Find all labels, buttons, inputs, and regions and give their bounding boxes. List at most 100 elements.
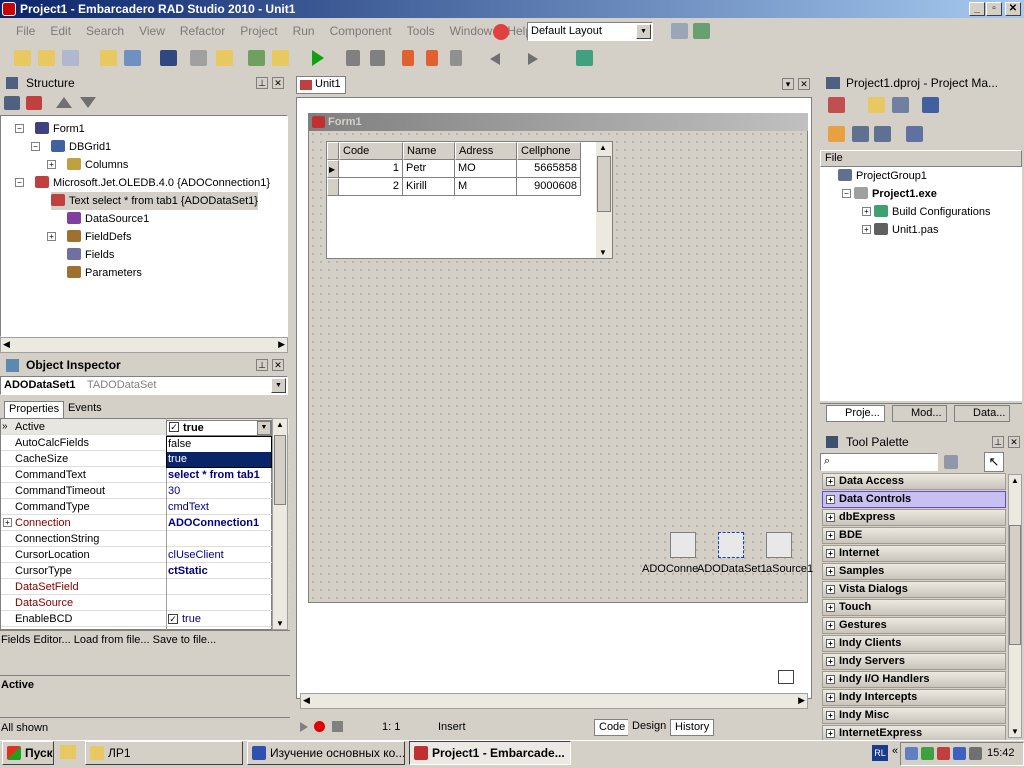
property-row[interactable]: + Connection ADOConnection1 <box>1 515 289 531</box>
project-tree-item[interactable]: ProjectGroup1 <box>838 167 927 185</box>
grid-row-indicator[interactable]: ▶ <box>327 160 339 178</box>
open-project-folder-icon[interactable] <box>868 97 885 113</box>
record-macro-icon[interactable] <box>314 721 325 732</box>
expand-icon[interactable] <box>852 126 869 142</box>
stop-icon[interactable] <box>370 50 385 66</box>
menu-file[interactable]: File <box>16 24 35 38</box>
expand-icon[interactable]: + <box>826 621 835 630</box>
structure-item[interactable]: Parameters <box>67 264 142 282</box>
task-word[interactable]: Изучение основных ко... <box>247 741 405 765</box>
project-tree-item[interactable]: Project1.exe <box>854 185 937 203</box>
tray-icon-4[interactable] <box>953 747 966 760</box>
play-macro-icon[interactable] <box>300 722 308 732</box>
checkbox-icon[interactable]: ✓ <box>169 422 179 432</box>
property-row[interactable]: CommandType cmdText <box>1 499 289 515</box>
menu-run[interactable]: Run <box>293 24 315 38</box>
tab-events[interactable]: Events <box>64 401 106 418</box>
view-unit-icon[interactable] <box>272 50 289 66</box>
view-options-icon[interactable] <box>906 126 923 142</box>
palette-category[interactable]: + Gestures <box>822 617 1006 634</box>
dropdown-option-false[interactable]: false <box>167 437 271 452</box>
set-debug-desktop-icon[interactable] <box>693 23 710 39</box>
property-row[interactable]: CursorLocation clUseClient <box>1 547 289 563</box>
remove-file-icon[interactable] <box>124 50 141 66</box>
expand-icon[interactable]: + <box>826 495 835 504</box>
project-tree-item[interactable]: Build Configurations <box>874 203 990 221</box>
structure-delete-icon[interactable] <box>26 96 42 110</box>
expand-icon[interactable]: + <box>826 693 835 702</box>
expand-icon[interactable]: + <box>826 729 835 738</box>
language-indicator[interactable]: RL <box>872 745 888 761</box>
grid-cell[interactable]: M <box>455 178 517 196</box>
palette-category[interactable]: + Touch <box>822 599 1006 616</box>
structure-tool-icon[interactable] <box>4 96 20 110</box>
grid-cell[interactable]: Petr <box>403 160 455 178</box>
property-row[interactable]: CommandText select * from tab1 <box>1 467 289 483</box>
form-preview-icon[interactable] <box>778 670 794 684</box>
checkbox-icon[interactable]: ✓ <box>168 614 178 624</box>
chevron-down-icon[interactable]: ▼ <box>257 421 271 435</box>
file-column-header[interactable]: File <box>820 150 1022 167</box>
run-to-cursor-icon[interactable] <box>450 50 462 66</box>
sync-icon[interactable] <box>828 126 845 142</box>
pause-icon[interactable] <box>346 50 360 66</box>
grid-column-header[interactable]: Cellphone <box>517 142 581 160</box>
tab-list-icon[interactable]: ▾ <box>782 78 794 90</box>
tab-code[interactable]: Code <box>594 719 631 736</box>
property-row[interactable]: DataSetField <box>1 579 289 595</box>
new-icon[interactable] <box>14 50 31 66</box>
menu-window[interactable]: Window <box>450 24 493 38</box>
save-desktop-icon[interactable] <box>671 23 688 39</box>
expand-icon[interactable]: − <box>31 142 40 151</box>
pointer-icon[interactable]: ↖ <box>984 452 1004 472</box>
property-row[interactable]: EnableBCD ✓ true <box>1 611 289 627</box>
palette-categories-icon[interactable] <box>944 455 958 469</box>
forward-arrow-icon[interactable] <box>528 53 538 65</box>
grid-cell[interactable]: 9000608 <box>517 178 581 196</box>
chevron-down-icon[interactable]: ▼ <box>636 24 651 39</box>
grid-column-header[interactable]: Adress <box>455 142 517 160</box>
active-value-combo[interactable]: ✓ true ▼ <box>166 420 272 436</box>
add-file-icon[interactable] <box>100 50 117 66</box>
expand-icon[interactable]: + <box>47 232 56 241</box>
chevron-down-icon[interactable]: ▼ <box>271 378 286 393</box>
new-project-icon[interactable] <box>828 97 845 113</box>
menu-tools[interactable]: Tools <box>407 24 435 38</box>
expand-icon[interactable]: + <box>862 225 871 234</box>
step-over-icon[interactable] <box>426 50 438 66</box>
expand-icon[interactable]: + <box>826 549 835 558</box>
close-tab-icon[interactable]: ✕ <box>798 78 810 90</box>
help-book-icon[interactable] <box>576 50 593 66</box>
expand-icon[interactable]: + <box>826 531 835 540</box>
task-lr1[interactable]: ЛР1 <box>85 741 243 765</box>
object-selector[interactable]: ADODataSet1 TADODataSet ▼ <box>0 376 288 395</box>
open-icon[interactable] <box>38 50 55 66</box>
tray-expand-icon[interactable]: « <box>892 745 898 757</box>
close-button[interactable]: ✕ <box>1005 2 1021 16</box>
expand-icon[interactable]: + <box>826 567 835 576</box>
property-value[interactable]: ctStatic <box>168 563 208 579</box>
activate-icon[interactable] <box>892 97 909 113</box>
close-icon[interactable]: ✕ <box>1008 436 1020 448</box>
pin-icon[interactable]: ⊥ <box>256 359 268 371</box>
grid-cell[interactable]: MO <box>455 160 517 178</box>
save-icon[interactable] <box>160 50 177 66</box>
open-folder-icon[interactable] <box>216 50 233 66</box>
grid-column-header[interactable]: Name <box>403 142 455 160</box>
toggle-form-icon[interactable] <box>248 50 265 66</box>
palette-category[interactable]: + Internet <box>822 545 1006 562</box>
move-down-icon[interactable] <box>80 97 96 108</box>
grid-row-indicator[interactable] <box>327 178 339 196</box>
palette-category[interactable]: + Indy Servers <box>822 653 1006 670</box>
stop-macro-icon[interactable] <box>332 721 343 732</box>
maximize-button[interactable]: ▫ <box>986 2 1002 16</box>
expand-icon[interactable]: − <box>842 189 851 198</box>
dbgrid[interactable]: Code Name Adress Cellphone ▶ 1 Petr MO 5665858 2 K… <box>326 141 613 259</box>
expand-icon[interactable]: + <box>862 207 871 216</box>
palette-vscrollbar[interactable]: ▲ ▼ <box>1008 474 1022 738</box>
run-icon[interactable] <box>312 50 324 66</box>
expand-icon[interactable]: + <box>826 513 835 522</box>
palette-category[interactable]: + Samples <box>822 563 1006 580</box>
property-value[interactable]: select * from tab1 <box>168 467 260 483</box>
inspector-vscrollbar[interactable]: ▲ ▼ <box>272 418 288 630</box>
